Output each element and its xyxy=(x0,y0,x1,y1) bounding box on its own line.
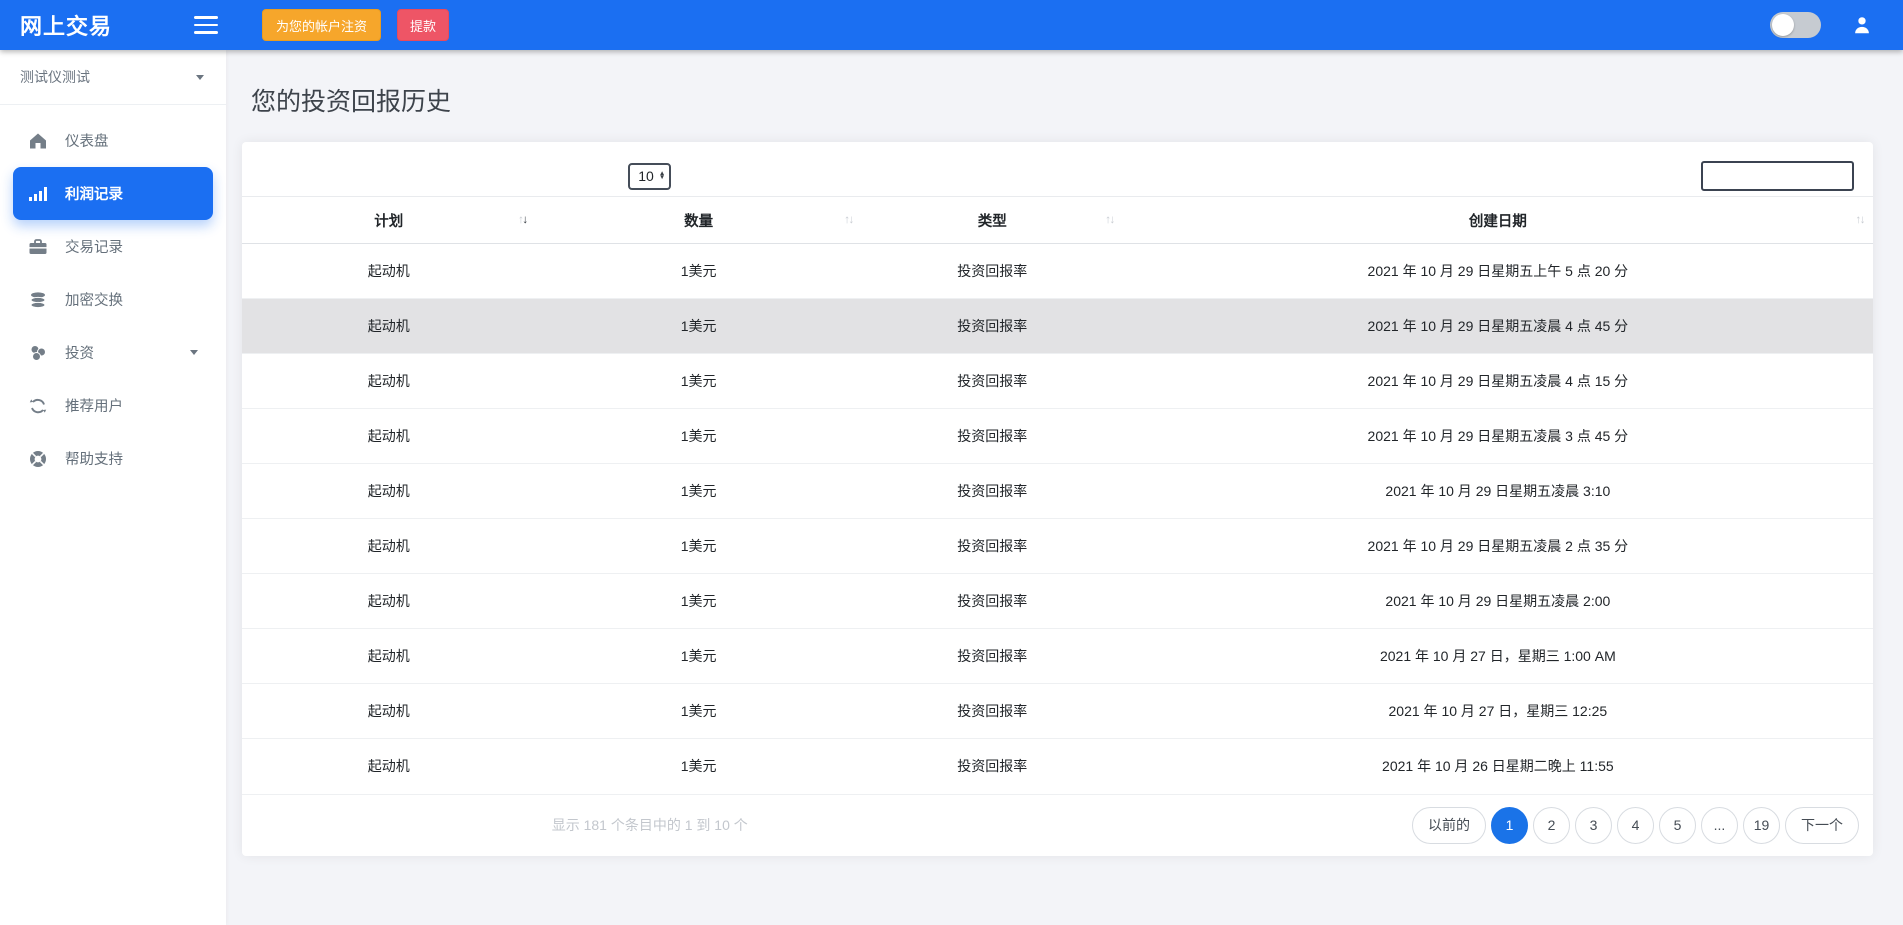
table-row: 起动机 1美元 投资回报率 2021 年 10 月 29 日星期五凌晨 2:00 xyxy=(242,574,1873,629)
header-amount[interactable]: 数量 ↑↓ xyxy=(536,197,862,244)
pagination: 以前的 1 2 3 4 5 ... 19 下一个 xyxy=(1058,807,1874,844)
pagination-page-5[interactable]: 5 xyxy=(1659,807,1696,844)
history-table: 计划 ↑↓ 数量 ↑↓ 类型 ↑↓ 创建日期 ↑↓ xyxy=(242,196,1873,794)
table-row: 起动机 1美元 投资回报率 2021 年 10 月 26 日星期二晚上 11:5… xyxy=(242,739,1873,794)
menu-icon[interactable] xyxy=(194,16,218,34)
table-row: 起动机 1美元 投资回报率 2021 年 10 月 29 日星期五凌晨 4 点 … xyxy=(242,354,1873,409)
show-label: 显示 xyxy=(591,166,619,186)
header-plan[interactable]: 计划 ↑↓ xyxy=(242,197,536,244)
fund-account-button[interactable]: 为您的帐户注资 xyxy=(262,9,381,41)
table-row: 起动机 1美元 投资回报率 2021 年 10 月 29 日星期五上午 5 点 … xyxy=(242,244,1873,299)
pagination-prev[interactable]: 以前的 xyxy=(1412,807,1486,844)
pagination-next[interactable]: 下一个 xyxy=(1785,807,1859,844)
chevron-down-icon xyxy=(190,350,198,355)
home-icon xyxy=(28,131,48,151)
brand-logo[interactable]: 网上交易 xyxy=(0,9,168,41)
account-selector-value: 测试仪测试 xyxy=(20,67,90,87)
table-row: 起动机 1美元 投资回报率 2021 年 10 月 29 日星期五凌晨 2 点 … xyxy=(242,519,1873,574)
sidebar: 测试仪测试 仪表盘 利润记录 交易记录 xyxy=(0,50,226,925)
sidebar-item-label: 加密交换 xyxy=(65,289,123,310)
table-header-row: 计划 ↑↓ 数量 ↑↓ 类型 ↑↓ 创建日期 ↑↓ xyxy=(242,197,1873,244)
top-navbar: 网上交易 为您的帐户注资 提款 xyxy=(0,0,1903,50)
sidebar-item-label: 交易记录 xyxy=(65,236,123,257)
toggle-knob xyxy=(1772,14,1794,36)
sidebar-item-label: 投资 xyxy=(65,342,94,363)
pagination-page-19[interactable]: 19 xyxy=(1743,807,1780,844)
bar-chart-icon xyxy=(28,184,48,204)
sort-icon: ↑↓ xyxy=(1856,214,1865,226)
sort-icon: ↑↓ xyxy=(1105,214,1114,226)
page-length-control: 显示 10 ▲▼ 条目 xyxy=(242,163,1058,190)
pagination-page-2[interactable]: 2 xyxy=(1533,807,1570,844)
pagination-ellipsis[interactable]: ... xyxy=(1701,807,1738,844)
sidebar-nav: 仪表盘 利润记录 交易记录 加密交换 xyxy=(0,105,226,485)
page-title: 您的投资回报历史 xyxy=(251,82,1903,118)
page-size-value: 10 xyxy=(638,168,654,184)
select-spinner-icon: ▲▼ xyxy=(659,172,665,181)
table-row-highlighted: 起动机 1美元 投资回报率 2021 年 10 月 29 日星期五凌晨 4 点 … xyxy=(242,299,1873,354)
sort-icon: ↑↓ xyxy=(518,214,527,226)
life-ring-icon xyxy=(28,449,48,469)
pagination-page-3[interactable]: 3 xyxy=(1575,807,1612,844)
pagination-page-4[interactable]: 4 xyxy=(1617,807,1654,844)
table-row: 起动机 1美元 投资回报率 2021 年 10 月 27 日，星期三 1:00 … xyxy=(242,629,1873,684)
search-input[interactable] xyxy=(1701,161,1854,191)
history-card: 显示 10 ▲▼ 条目 搜索: 计划 ↑↓ xyxy=(242,142,1873,856)
table-controls: 显示 10 ▲▼ 条目 搜索: xyxy=(242,156,1873,196)
sidebar-item-dashboard[interactable]: 仪表盘 xyxy=(13,114,213,167)
entries-info: 显示 181 个条目中的 1 到 10 个 xyxy=(242,815,1058,835)
pagination-page-1[interactable]: 1 xyxy=(1491,807,1528,844)
entries-label: 条目 xyxy=(680,166,708,186)
sidebar-item-label: 推荐用户 xyxy=(65,395,123,416)
sidebar-item-crypto-exchange[interactable]: 加密交换 xyxy=(13,273,213,326)
sidebar-item-label: 利润记录 xyxy=(65,183,123,204)
sidebar-item-support[interactable]: 帮助支持 xyxy=(13,432,213,485)
sidebar-item-label: 仪表盘 xyxy=(65,130,109,151)
main-content: 您的投资回报历史 显示 10 ▲▼ 条目 搜索: 计划 ↑ xyxy=(226,50,1903,925)
briefcase-icon xyxy=(28,237,48,257)
table-row: 起动机 1美元 投资回报率 2021 年 10 月 27 日，星期三 12:25 xyxy=(242,684,1873,739)
table-footer: 显示 181 个条目中的 1 到 10 个 以前的 1 2 3 4 5 ... … xyxy=(242,794,1873,856)
user-icon[interactable] xyxy=(1851,14,1873,36)
sidebar-item-label: 帮助支持 xyxy=(65,448,123,469)
navbar-right xyxy=(1770,12,1903,38)
search-control: 搜索: xyxy=(1058,161,1874,191)
sidebar-item-invest[interactable]: 投资 xyxy=(13,326,213,379)
withdraw-button[interactable]: 提款 xyxy=(397,9,449,41)
sidebar-item-referrals[interactable]: 推荐用户 xyxy=(13,379,213,432)
chevron-down-icon xyxy=(196,75,204,80)
theme-toggle[interactable] xyxy=(1770,12,1821,38)
account-selector[interactable]: 测试仪测试 xyxy=(0,50,226,105)
header-type[interactable]: 类型 ↑↓ xyxy=(862,197,1123,244)
table-row: 起动机 1美元 投资回报率 2021 年 10 月 29 日星期五凌晨 3 点 … xyxy=(242,409,1873,464)
search-label: 搜索: xyxy=(1659,166,1691,186)
header-date[interactable]: 创建日期 ↑↓ xyxy=(1123,197,1873,244)
coins-icon xyxy=(28,343,48,363)
sidebar-item-transactions[interactable]: 交易记录 xyxy=(13,220,213,273)
table-row: 起动机 1美元 投资回报率 2021 年 10 月 29 日星期五凌晨 3:10 xyxy=(242,464,1873,519)
page-size-select[interactable]: 10 ▲▼ xyxy=(628,163,671,190)
sidebar-item-profit-log[interactable]: 利润记录 xyxy=(13,167,213,220)
coin-stack-icon xyxy=(28,290,48,310)
referral-icon xyxy=(28,396,48,416)
sort-icon: ↑↓ xyxy=(844,214,853,226)
